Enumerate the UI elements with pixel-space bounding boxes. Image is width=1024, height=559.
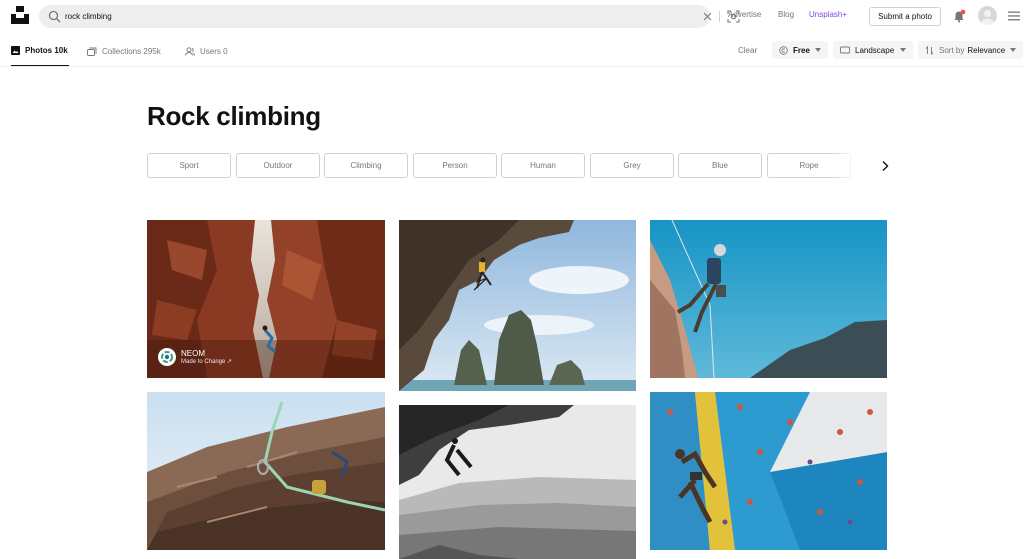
chevron-down-icon — [815, 48, 821, 52]
photo-card[interactable] — [147, 392, 385, 550]
photo-indoor-climbing-wall — [650, 392, 887, 550]
clear-search-icon[interactable] — [702, 11, 713, 22]
landscape-orientation-icon — [840, 46, 850, 54]
photo-card[interactable] — [399, 220, 636, 391]
tab-users-count: 0 — [223, 46, 228, 56]
blog-link[interactable]: Blog — [778, 10, 794, 19]
credit-name: NEOM — [181, 348, 205, 358]
tab-photos-count: 10k — [54, 46, 68, 55]
chevron-right-icon[interactable] — [880, 160, 890, 172]
submit-photo-button[interactable]: Submit a photo — [869, 7, 941, 26]
sort-icon — [925, 45, 934, 55]
photo-overhang-sea-climber — [399, 220, 636, 391]
clear-filters-link[interactable]: Clear — [738, 46, 757, 55]
photo-rope-closeup-rock — [147, 392, 385, 550]
credit-subtitle: Made to Change ↗ — [181, 358, 233, 365]
notifications-bell-icon[interactable] — [952, 9, 966, 23]
related-chip[interactable]: Sport — [147, 153, 231, 178]
tab-users-label: Users — [200, 46, 221, 56]
photo-icon — [11, 46, 20, 55]
top-header: Advertise Blog Unsplash+ Submit a photo — [0, 0, 1024, 32]
orientation-filter-value: Landscape — [855, 45, 895, 55]
license-icon — [779, 45, 788, 55]
chevron-down-icon — [1010, 48, 1016, 52]
related-chip[interactable]: Grey — [590, 153, 674, 178]
tab-collections-label: Collections — [102, 46, 142, 56]
tab-photos-label: Photos — [25, 46, 53, 55]
users-icon — [185, 46, 195, 56]
search-bar[interactable] — [39, 5, 740, 28]
user-avatar[interactable] — [978, 6, 997, 25]
search-divider — [719, 11, 720, 22]
photo-card[interactable]: NEOM Made to Change ↗ — [147, 220, 385, 378]
license-filter-value: Free — [793, 45, 810, 55]
sort-dropdown[interactable]: Sort by Relevance — [918, 41, 1023, 59]
photo-credit[interactable]: NEOM Made to Change ↗ — [158, 348, 232, 366]
tab-collections-count: 295k — [143, 46, 161, 56]
orientation-filter-dropdown[interactable]: Landscape — [833, 41, 913, 59]
related-chip[interactable]: Person — [413, 153, 497, 178]
search-icon[interactable] — [48, 10, 61, 23]
unsplash-plus-link[interactable]: Unsplash+ — [809, 10, 847, 19]
unsplash-logo-icon[interactable] — [11, 6, 29, 24]
photo-card[interactable] — [650, 220, 887, 378]
neom-avatar[interactable] — [158, 348, 176, 366]
page-title: Rock climbing — [147, 101, 321, 131]
photo-card[interactable] — [399, 405, 636, 559]
hamburger-menu-icon[interactable] — [1008, 11, 1020, 21]
advertise-link[interactable]: Advertise — [728, 10, 761, 19]
photo-card[interactable] — [650, 392, 887, 550]
photo-bw-boulder-valley — [399, 405, 636, 559]
license-filter-dropdown[interactable]: Free — [772, 41, 828, 59]
sort-prefix: Sort by — [939, 45, 965, 55]
avatar-placeholder-icon — [981, 10, 994, 25]
photo-rope-climber-blue-sky — [650, 220, 887, 378]
search-input[interactable] — [65, 8, 665, 25]
tab-users[interactable]: Users 0 — [185, 36, 228, 66]
search-subnav: Photos 10k Collections 295k Users 0 Clea… — [0, 36, 1024, 67]
related-chip[interactable]: Blue — [678, 153, 762, 178]
neom-logo-icon — [161, 351, 173, 363]
tab-photos[interactable]: Photos 10k — [11, 36, 69, 66]
related-searches: Sport Outdoor Climbing Person Human Grey… — [147, 153, 858, 178]
related-chip[interactable]: Human — [501, 153, 585, 178]
related-chip[interactable]: Outdoor — [236, 153, 320, 178]
tab-collections[interactable]: Collections 295k — [87, 36, 161, 66]
related-chip[interactable]: Climbing — [324, 153, 408, 178]
chips-fade-overlay — [830, 152, 870, 179]
sort-value: Relevance — [967, 45, 1006, 55]
chevron-down-icon — [900, 48, 906, 52]
collections-icon — [87, 47, 97, 56]
